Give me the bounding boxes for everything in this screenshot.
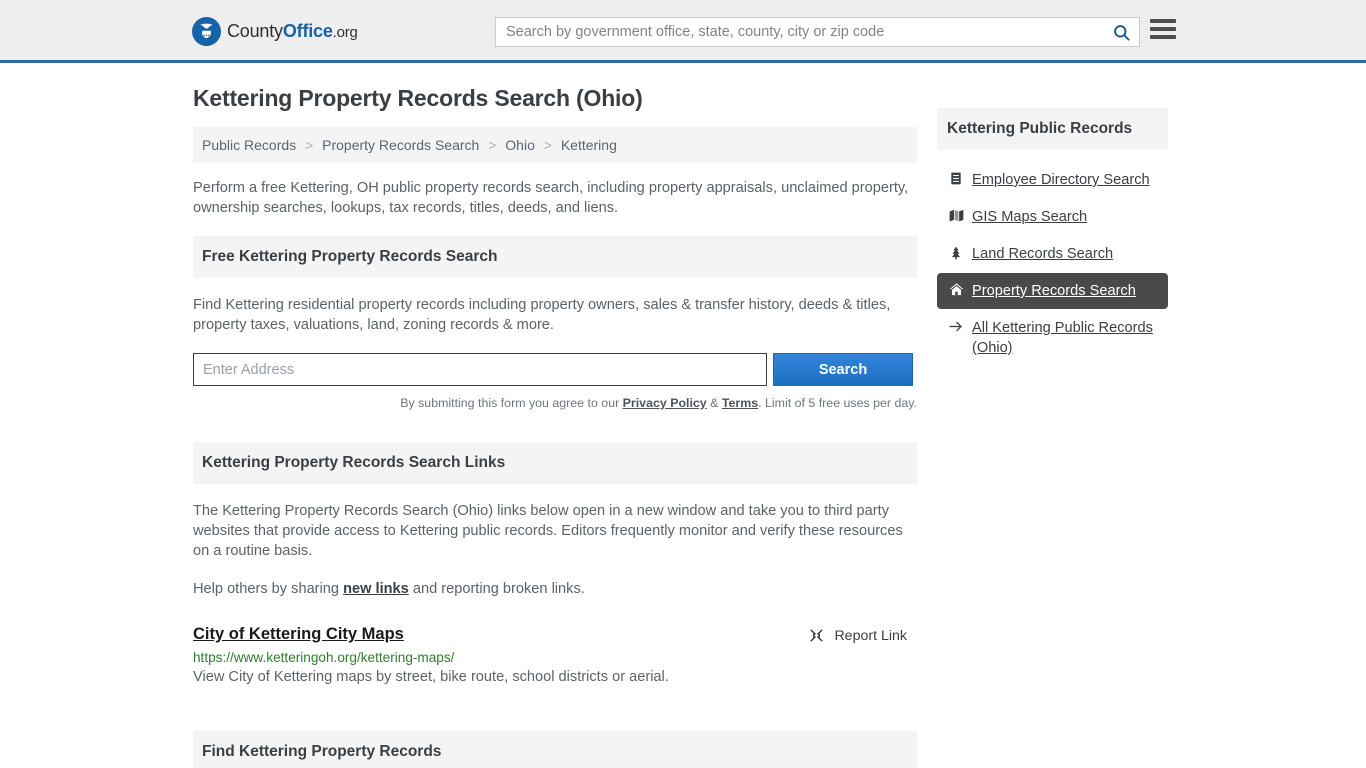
result-url: https://www.ketteringoh.org/kettering-ma… xyxy=(193,650,455,665)
page-body: Kettering Property Records Search (Ohio)… xyxy=(0,63,1366,768)
sidebar-heading: Kettering Public Records xyxy=(937,108,1168,150)
result-item: City of Kettering City Maps Report Link xyxy=(193,625,917,685)
global-search-input[interactable] xyxy=(496,24,1103,40)
report-link-label: Report Link xyxy=(834,627,907,644)
arrow-right-icon xyxy=(947,318,965,334)
hamburger-menu-icon[interactable] xyxy=(1150,19,1176,39)
address-search-form: Search xyxy=(193,353,917,386)
sidebar-item-land-records-search[interactable]: Land Records Search xyxy=(937,236,1168,272)
brand-wordmark: CountyOffice.org xyxy=(227,21,358,42)
sidebar-item-label: Employee Directory Search xyxy=(972,172,1150,188)
new-links-link[interactable]: new links xyxy=(343,581,409,597)
content-container: Kettering Property Records Search (Ohio)… xyxy=(193,63,1173,768)
home-icon xyxy=(947,281,965,297)
tree-icon xyxy=(947,244,965,261)
find-records-heading: Find Kettering Property Records xyxy=(193,731,917,768)
site-header: CountyOffice.org xyxy=(0,0,1366,63)
search-links-paragraph: The Kettering Property Records Search (O… xyxy=(193,503,903,559)
result-title-link[interactable]: City of Kettering City Maps xyxy=(193,625,404,644)
disclaimer-suffix: . Limit of 5 free uses per day. xyxy=(758,396,917,410)
breadcrumb-item-property-records-search[interactable]: Property Records Search xyxy=(322,137,479,153)
help-share-paragraph: Help others by sharing new links and rep… xyxy=(193,579,917,599)
privacy-policy-link[interactable]: Privacy Policy xyxy=(623,396,707,410)
breadcrumb-separator-icon: > xyxy=(543,137,552,153)
search-icon[interactable] xyxy=(1103,18,1139,46)
help-prefix: Help others by sharing xyxy=(193,581,344,597)
main-content: Kettering Property Records Search (Ohio)… xyxy=(193,85,917,768)
sidebar-item-all-public-records[interactable]: All Kettering Public Records (Ohio) xyxy=(937,310,1168,366)
report-link-button[interactable]: Report Link xyxy=(808,627,907,644)
brand-part-org: .org xyxy=(332,24,358,41)
hamburger-bar xyxy=(1150,19,1176,23)
sidebar-item-label: GIS Maps Search xyxy=(972,209,1088,225)
intro-paragraph: Perform a free Kettering, OH public prop… xyxy=(193,180,909,216)
global-search-bar[interactable] xyxy=(495,17,1140,47)
free-search-heading: Free Kettering Property Records Search xyxy=(193,236,917,278)
brand-part-county: County xyxy=(227,21,283,41)
sidebar-item-label: All Kettering Public Records (Ohio) xyxy=(972,320,1153,356)
hamburger-bar xyxy=(1150,27,1176,31)
search-links-heading: Kettering Property Records Search Links xyxy=(193,442,917,484)
page-title: Kettering Property Records Search (Ohio) xyxy=(193,85,643,111)
breadcrumb-separator-icon: > xyxy=(488,137,497,153)
terms-link[interactable]: Terms xyxy=(722,396,758,410)
address-input[interactable] xyxy=(193,353,767,386)
breadcrumb-item-kettering[interactable]: Kettering xyxy=(561,137,617,153)
eagle-shield-icon xyxy=(192,17,221,46)
address-book-icon xyxy=(947,170,965,186)
sidebar-item-label: Property Records Search xyxy=(972,283,1136,299)
site-logo[interactable]: CountyOffice.org xyxy=(192,17,358,46)
form-disclaimer: By submitting this form you agree to our… xyxy=(193,396,917,410)
breadcrumb-item-ohio[interactable]: Ohio xyxy=(505,137,535,153)
sidebar: Kettering Public Records Employee Direct… xyxy=(937,108,1168,367)
result-description: View City of Kettering maps by street, b… xyxy=(193,669,669,685)
sidebar-item-label: Land Records Search xyxy=(972,246,1114,262)
breadcrumb-item-public-records[interactable]: Public Records xyxy=(202,137,296,153)
broken-link-icon xyxy=(808,627,825,644)
brand-part-office: Office xyxy=(282,21,333,41)
free-search-description: Find Kettering residential property reco… xyxy=(193,297,891,333)
breadcrumb-separator-icon: > xyxy=(305,137,314,153)
hamburger-bar xyxy=(1150,35,1176,39)
sidebar-item-employee-directory-search[interactable]: Employee Directory Search xyxy=(937,162,1168,198)
help-suffix: and reporting broken links. xyxy=(408,581,585,597)
sidebar-item-property-records-search[interactable]: Property Records Search xyxy=(937,273,1168,309)
disclaimer-amp: & xyxy=(706,396,722,410)
breadcrumb: Public Records > Property Records Search… xyxy=(193,127,917,163)
disclaimer-prefix: By submitting this form you agree to our xyxy=(400,396,623,410)
address-search-button[interactable]: Search xyxy=(773,353,913,386)
map-icon xyxy=(947,207,965,223)
sidebar-item-gis-maps-search[interactable]: GIS Maps Search xyxy=(937,199,1168,235)
